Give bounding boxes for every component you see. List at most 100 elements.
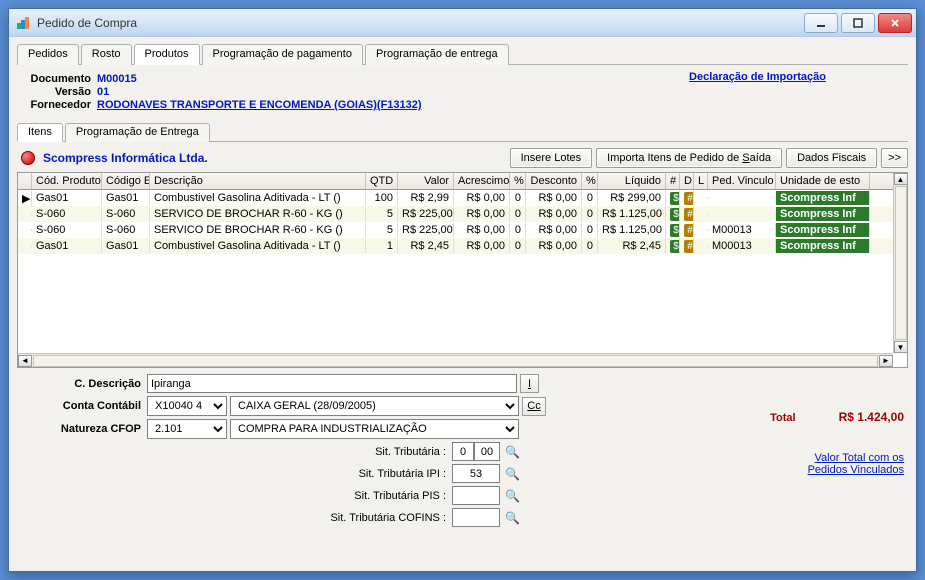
total-label: Total <box>770 412 795 424</box>
valor-total-link-line1[interactable]: Valor Total com os <box>815 452 904 464</box>
table-row[interactable]: S-060S-060SERVICO DE BROCHAR R-60 - KG (… <box>18 222 907 238</box>
valor-total-link-line2[interactable]: Pedidos Vinculados <box>808 464 904 476</box>
importa-itens-button[interactable]: Importa Itens de Pedido de Saída <box>596 148 782 168</box>
scroll-down-icon[interactable]: ▼ <box>894 341 908 353</box>
row-marker-icon <box>18 213 32 215</box>
declaracao-link[interactable]: Declaração de Importação <box>689 71 826 83</box>
more-button[interactable]: >> <box>881 148 908 168</box>
conta-code-select[interactable]: X10040 4 <box>147 396 227 416</box>
scrollbar-vertical[interactable]: ▲ ▼ <box>893 173 907 353</box>
window-title: Pedido de Compra <box>37 16 804 30</box>
hash-badge-icon[interactable]: # <box>684 240 694 253</box>
fornecedor-label: Fornecedor <box>19 99 97 111</box>
grid-header: Cód. Produto Código E Descrição QTD Valo… <box>18 173 907 190</box>
app-window: Pedido de Compra Pedidos Rosto Produtos … <box>8 8 917 572</box>
currency-badge-icon[interactable]: $ <box>670 208 680 221</box>
col-desconto[interactable]: Desconto <box>526 173 582 189</box>
app-icon <box>15 15 31 31</box>
minimize-button[interactable] <box>804 13 838 33</box>
toolbar: Insere Lotes Importa Itens de Pedido de … <box>510 148 908 168</box>
currency-badge-icon[interactable]: $ <box>670 192 680 205</box>
company-name: Scompress Informática Ltda. <box>43 151 502 165</box>
tab-produtos[interactable]: Produtos <box>134 44 200 65</box>
items-grid[interactable]: Cód. Produto Código E Descrição QTD Valo… <box>17 172 908 368</box>
cfop-code-select[interactable]: 2.101 <box>147 419 227 439</box>
table-row[interactable]: S-060S-060SERVICO DE BROCHAR R-60 - KG (… <box>18 206 907 222</box>
col-pct-acres[interactable]: % <box>510 173 526 189</box>
row-marker-icon <box>18 245 32 247</box>
col-liquido[interactable]: Líquido <box>598 173 666 189</box>
sit-trib-b-input[interactable] <box>474 442 500 461</box>
tab-pedidos[interactable]: Pedidos <box>17 44 79 65</box>
titlebar: Pedido de Compra <box>9 9 916 37</box>
currency-badge-icon[interactable]: $ <box>670 224 680 237</box>
tab-prog-entrega[interactable]: Programação de entrega <box>365 44 509 65</box>
col-descricao[interactable]: Descrição <box>150 173 366 189</box>
grid-body: ▶ Gas01Gas01Combustivel Gasolina Aditivad… <box>18 190 907 254</box>
sit-ipi-search-icon[interactable]: 🔍 <box>503 464 522 483</box>
cdescricao-button[interactable]: I <box>520 374 539 393</box>
scroll-up-icon[interactable]: ▲ <box>894 173 908 185</box>
table-row[interactable]: Gas01Gas01Combustivel Gasolina Aditivada… <box>18 238 907 254</box>
sit-trib-a-input[interactable] <box>452 442 474 461</box>
subtab-itens[interactable]: Itens <box>17 123 63 142</box>
row-marker-icon <box>18 229 32 231</box>
client-area: Pedidos Rosto Produtos Programação de pa… <box>9 37 916 571</box>
currency-badge-icon[interactable]: $ <box>670 240 680 253</box>
subtab-prog-entrega[interactable]: Programação de Entrega <box>65 123 210 142</box>
col-l[interactable]: L <box>694 173 708 189</box>
scroll-right-icon[interactable]: ► <box>879 355 893 367</box>
main-tabstrip: Pedidos Rosto Produtos Programação de pa… <box>17 43 908 65</box>
maximize-button[interactable] <box>841 13 875 33</box>
col-codigo-e[interactable]: Código E <box>102 173 150 189</box>
cfop-label: Natureza CFOP <box>17 423 147 435</box>
versao-value: 01 <box>97 86 109 98</box>
col-hash[interactable]: # <box>666 173 680 189</box>
fornecedor-link[interactable]: RODONAVES TRANSPORTE E ENCOMENDA (GOIAS)… <box>97 99 422 111</box>
total-value: R$ 1.424,00 <box>839 410 904 424</box>
hash-badge-icon[interactable]: # <box>684 192 694 205</box>
tab-rosto[interactable]: Rosto <box>81 44 132 65</box>
status-dot-icon <box>21 151 35 165</box>
col-qtd[interactable]: QTD <box>366 173 398 189</box>
conta-contabil-label: Conta Contábil <box>17 400 147 412</box>
conta-button[interactable]: Cc <box>522 397 546 416</box>
item-detail-form: C. Descrição I Conta Contábil X10040 4 C… <box>17 374 720 530</box>
documento-label: Documento <box>19 73 97 85</box>
sit-cofins-search-icon[interactable]: 🔍 <box>503 508 522 527</box>
sit-ipi-label: Sit. Tributária IPI : <box>17 468 452 480</box>
sit-cofins-input[interactable] <box>452 508 500 527</box>
conta-desc-select[interactable]: CAIXA GERAL (28/09/2005) <box>230 396 519 416</box>
hash-badge-icon[interactable]: # <box>684 208 694 221</box>
cdescricao-input[interactable] <box>147 374 517 393</box>
sit-pis-label: Sit. Tributária PIS : <box>17 490 452 502</box>
sit-pis-input[interactable] <box>452 486 500 505</box>
sit-cofins-label: Sit. Tributária COFINS : <box>17 512 452 524</box>
col-unidade[interactable]: Unidade de esto <box>776 173 870 189</box>
col-cod-produto[interactable]: Cód. Produto <box>32 173 102 189</box>
sit-trib-search-icon[interactable]: 🔍 <box>503 442 522 461</box>
col-pct-desc[interactable]: % <box>582 173 598 189</box>
sub-tabstrip: Itens Programação de Entrega <box>17 122 908 142</box>
scrollbar-horizontal[interactable]: ◄ ► <box>18 353 893 367</box>
row-marker-icon: ▶ <box>18 191 32 206</box>
dados-fiscais-button[interactable]: Dados Fiscais <box>786 148 877 168</box>
sit-ipi-input[interactable] <box>452 464 500 483</box>
col-acrescimo[interactable]: Acrescimo <box>454 173 510 189</box>
cdescricao-label: C. Descrição <box>17 378 147 390</box>
sit-trib-label: Sit. Tributária : <box>17 446 452 458</box>
tab-prog-pagamento[interactable]: Programação de pagamento <box>202 44 363 65</box>
scroll-left-icon[interactable]: ◄ <box>18 355 32 367</box>
close-button[interactable] <box>878 13 912 33</box>
col-valor[interactable]: Valor <box>398 173 454 189</box>
documento-value: M00015 <box>97 73 137 85</box>
totals-panel: Total R$ 1.424,00 Valor Total com os Ped… <box>728 374 908 530</box>
versao-label: Versão <box>19 86 97 98</box>
col-d[interactable]: D <box>680 173 694 189</box>
hash-badge-icon[interactable]: # <box>684 224 694 237</box>
insere-lotes-button[interactable]: Insere Lotes <box>510 148 593 168</box>
sit-pis-search-icon[interactable]: 🔍 <box>503 486 522 505</box>
col-ped-vinculo[interactable]: Ped. Vinculo <box>708 173 776 189</box>
cfop-desc-select[interactable]: COMPRA PARA INDUSTRIALIZAÇÃO <box>230 419 519 439</box>
table-row[interactable]: ▶Gas01Gas01Combustivel Gasolina Aditivad… <box>18 190 907 206</box>
